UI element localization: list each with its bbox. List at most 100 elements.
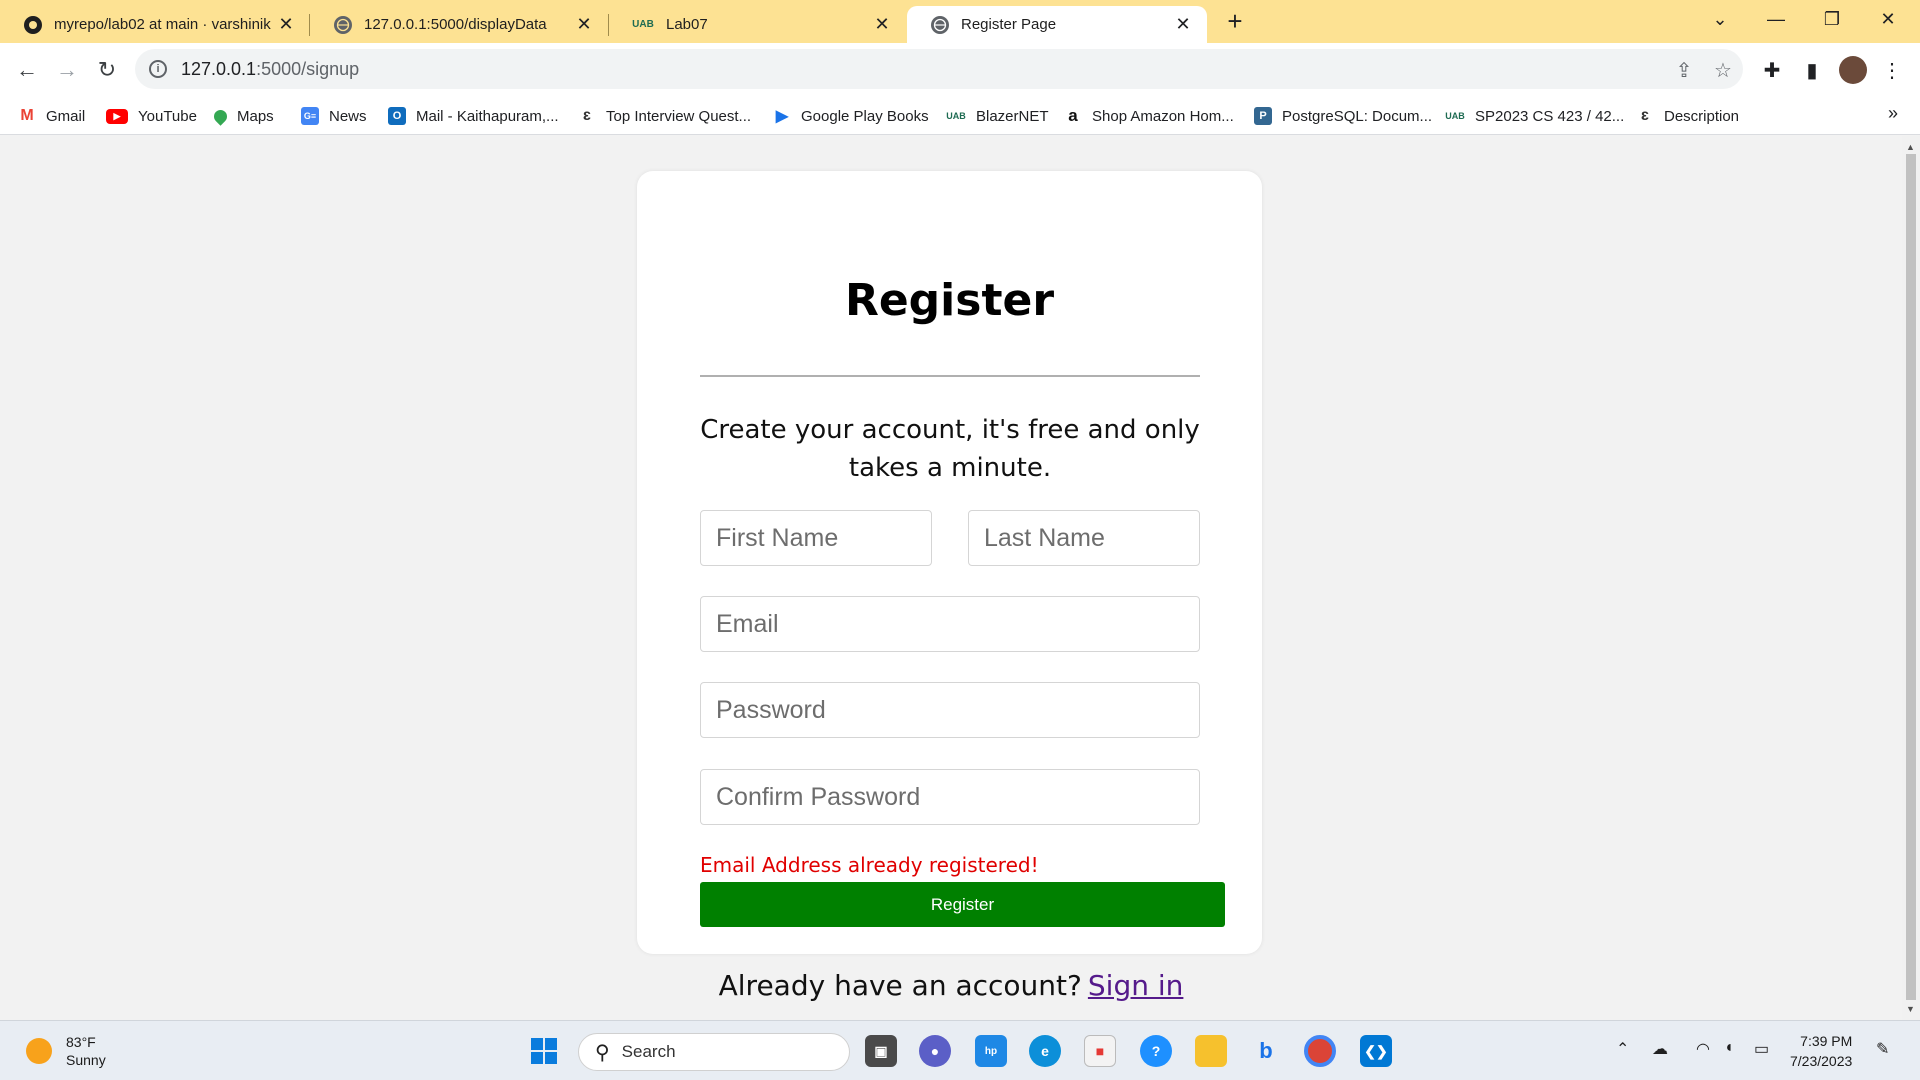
bookmark-postgresql[interactable]: P PostgreSQL: Docum... xyxy=(1254,105,1432,127)
bookmark-label: SP2023 CS 423 / 42... xyxy=(1475,107,1625,125)
page-scrollbar[interactable]: ▲ ▼ xyxy=(1902,136,1920,1020)
close-icon[interactable]: ✕ xyxy=(276,14,296,35)
profile-avatar[interactable] xyxy=(1839,56,1867,84)
notifications-icon[interactable]: ✎ xyxy=(1876,1039,1889,1059)
more-bookmarks-icon[interactable]: » xyxy=(1888,103,1898,124)
taskbar-clock[interactable]: 7:39 PM 7/23/2023 xyxy=(1790,1031,1852,1071)
menu-icon[interactable]: ⋮ xyxy=(1878,56,1906,84)
share-icon[interactable]: ⇪ xyxy=(1673,59,1695,82)
bookmark-label: Gmail xyxy=(46,107,86,125)
signin-link[interactable]: Sign in xyxy=(1088,969,1184,1002)
bing-icon[interactable]: b xyxy=(1250,1035,1282,1067)
file-explorer-icon[interactable] xyxy=(1195,1035,1227,1067)
url-host: 127.0.0.1 xyxy=(181,58,257,79)
maps-icon xyxy=(211,106,230,126)
first-name-input[interactable] xyxy=(700,510,932,566)
new-tab-button[interactable]: + xyxy=(1220,6,1250,36)
email-input[interactable] xyxy=(700,596,1200,652)
password-input[interactable] xyxy=(700,682,1200,738)
bookmark-label: News xyxy=(329,107,367,125)
bookmark-blazernet[interactable]: UAB BlazerNET xyxy=(946,105,1048,127)
weather-temp: 83°F xyxy=(66,1034,96,1050)
reload-icon[interactable]: ↻ xyxy=(91,54,123,86)
edge-icon[interactable]: e xyxy=(1029,1035,1061,1067)
bookmark-sp2023[interactable]: UAB SP2023 CS 423 / 42... xyxy=(1445,105,1624,127)
outlook-icon: O xyxy=(388,107,406,125)
gmail-icon: M xyxy=(18,107,36,125)
bookmark-gmail[interactable]: M Gmail xyxy=(18,105,85,127)
bookmark-youtube[interactable]: ▶ YouTube xyxy=(106,105,197,127)
battery-icon[interactable]: ▭ xyxy=(1754,1039,1769,1059)
tab-display-data[interactable]: 127.0.0.1:5000/displayData ✕ xyxy=(310,6,608,43)
leetcode-icon: ɛ xyxy=(1641,107,1649,124)
bookmark-news[interactable]: G≡ News xyxy=(301,105,367,127)
browser-toolbar: ← → ↻ i 127.0.0.1:5000/signup ⇪ ☆ ✚ ▮ ⋮ xyxy=(0,43,1920,97)
volume-icon[interactable]: ◖ xyxy=(1724,1039,1734,1057)
scrollbar-thumb[interactable] xyxy=(1906,154,1916,1000)
signin-prompt-text: Already have an account? xyxy=(718,969,1082,1002)
vscode-icon[interactable]: ❮❯ xyxy=(1360,1035,1392,1067)
last-name-input[interactable] xyxy=(968,510,1200,566)
tab-title: 127.0.0.1:5000/displayData xyxy=(364,16,547,33)
scroll-down-icon[interactable]: ▼ xyxy=(1906,1004,1915,1014)
tab-title: myrepo/lab02 at main · varshinik xyxy=(54,16,271,33)
bookmark-label: Maps xyxy=(237,107,274,125)
news-icon: G≡ xyxy=(301,107,319,125)
address-bar[interactable]: i 127.0.0.1:5000/signup ⇪ ☆ xyxy=(135,49,1743,89)
bookmark-description[interactable]: ɛ Description xyxy=(1636,105,1739,127)
bookmark-label: Description xyxy=(1664,107,1740,125)
extensions-icon[interactable]: ✚ xyxy=(1758,56,1786,84)
bookmark-label: Top Interview Quest... xyxy=(606,107,752,125)
uab-icon: UAB xyxy=(632,19,654,30)
help-icon[interactable]: ? xyxy=(1140,1035,1172,1067)
scroll-up-icon[interactable]: ▲ xyxy=(1906,142,1915,152)
teams-chat-icon[interactable]: ● xyxy=(919,1035,951,1067)
postgresql-icon: P xyxy=(1254,107,1272,125)
clock-time: 7:39 PM xyxy=(1800,1033,1853,1049)
side-panel-icon[interactable]: ▮ xyxy=(1798,56,1826,84)
restore-button[interactable]: ❐ xyxy=(1806,0,1858,38)
confirm-password-input[interactable] xyxy=(700,769,1200,825)
tab-register-page[interactable]: Register Page ✕ xyxy=(907,6,1207,43)
close-icon[interactable]: ✕ xyxy=(574,14,594,35)
bookmark-star-icon[interactable]: ☆ xyxy=(1712,59,1734,82)
task-view-icon[interactable]: ▣ xyxy=(865,1035,897,1067)
globe-icon xyxy=(334,15,352,34)
page-title: Register xyxy=(844,275,1055,326)
uab-icon: UAB xyxy=(946,111,966,121)
bookmark-amazon[interactable]: a Shop Amazon Hom... xyxy=(1064,105,1233,127)
close-icon[interactable]: ✕ xyxy=(872,14,892,35)
onedrive-icon[interactable]: ☁ xyxy=(1652,1039,1668,1059)
amazon-icon: a xyxy=(1068,106,1078,125)
show-hidden-icons[interactable]: ⌃ xyxy=(1616,1039,1629,1059)
signin-prompt: Already have an account? Sign in xyxy=(0,969,1902,1002)
minimize-button[interactable]: — xyxy=(1750,0,1802,38)
start-icon[interactable] xyxy=(528,1035,560,1067)
url-text[interactable]: 127.0.0.1:5000/signup xyxy=(181,59,359,80)
tab-lab07[interactable]: UAB Lab07 ✕ xyxy=(608,6,906,43)
chrome-icon[interactable] xyxy=(1304,1035,1336,1067)
taskbar-search[interactable]: ⚲ Search xyxy=(578,1033,850,1071)
forward-icon[interactable]: → xyxy=(51,54,83,86)
bookmark-play-books[interactable]: ▶ Google Play Books xyxy=(773,105,929,127)
close-icon[interactable]: ✕ xyxy=(1173,14,1193,35)
register-button[interactable]: Register xyxy=(700,882,1225,927)
bookmark-maps[interactable]: Maps xyxy=(211,105,274,127)
store-icon[interactable]: ■ xyxy=(1084,1035,1116,1067)
tab-search-icon[interactable]: ⌄ xyxy=(1694,0,1746,38)
site-info-icon[interactable]: i xyxy=(149,60,167,78)
bookmark-top-interview[interactable]: ɛ Top Interview Quest... xyxy=(578,105,751,127)
myhp-icon[interactable]: hp xyxy=(975,1035,1007,1067)
back-icon[interactable]: ← xyxy=(11,54,43,86)
register-card: Register Create your account, it's free … xyxy=(637,171,1262,954)
weather-widget[interactable]: 83°F Sunny xyxy=(26,1033,106,1069)
wifi-icon[interactable]: ◠ xyxy=(1696,1039,1710,1059)
play-books-icon: ▶ xyxy=(775,108,789,125)
url-path: :5000/signup xyxy=(256,58,360,79)
bookmarks-bar: M Gmail ▶ YouTube Maps G≡ News O Mail - Kait… xyxy=(0,97,1920,135)
clock-date: 7/23/2023 xyxy=(1790,1053,1853,1069)
close-window-button[interactable]: ✕ xyxy=(1862,0,1914,38)
tab-github[interactable]: myrepo/lab02 at main · varshinik ✕ xyxy=(0,6,310,43)
windows-taskbar: 83°F Sunny ⚲ Search ▣ ● hp e ■ ? b ❮❯ ⌃ … xyxy=(0,1020,1920,1080)
bookmark-mail[interactable]: O Mail - Kaithapuram,... xyxy=(388,105,559,127)
